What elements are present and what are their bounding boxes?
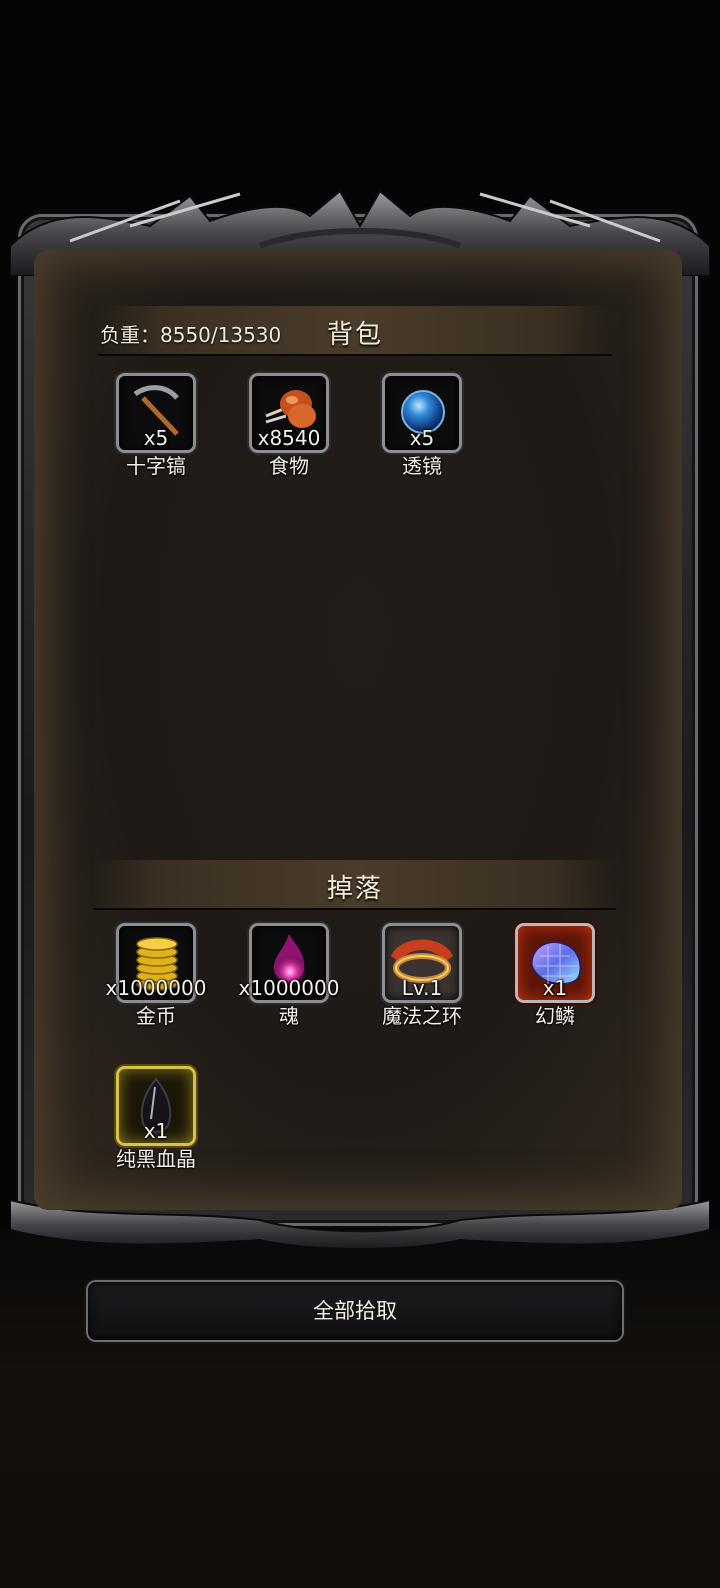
backpack-item-lens[interactable]: x5 透镜	[352, 376, 482, 486]
item-name: 魂	[279, 1004, 299, 1028]
item-quantity: x1	[143, 1119, 169, 1143]
item-quantity: x1	[542, 976, 568, 1000]
drops-title: 掉落	[326, 874, 383, 904]
drops-header-bar: 掉落	[94, 860, 616, 910]
drop-item-soul[interactable]: x1000000 魂	[219, 926, 349, 1036]
item-name: 食物	[269, 454, 309, 478]
drop-item-black-blood-crystal[interactable]: x1 纯黑血晶	[86, 1069, 216, 1179]
item-name: 金币	[136, 1004, 176, 1028]
drop-item-magic-ring[interactable]: Lv.1 魔法之环	[352, 926, 482, 1036]
backpack-item-pickaxe[interactable]: x5 十字镐	[86, 376, 216, 486]
item-quantity: x8540	[257, 426, 321, 450]
item-name: 十字镐	[126, 454, 186, 478]
collect-all-button[interactable]: 全部拾取	[88, 1282, 622, 1340]
item-name: 幻鳞	[535, 1004, 575, 1028]
item-quantity: x5	[143, 426, 169, 450]
item-quantity: x1000000	[105, 976, 207, 1000]
item-name: 透镜	[402, 454, 442, 478]
item-quantity: x1000000	[238, 976, 340, 1000]
drop-item-gold[interactable]: x1000000 金币	[86, 926, 216, 1036]
item-quantity: x5	[409, 426, 435, 450]
item-name: 纯黑血晶	[116, 1147, 196, 1171]
drop-item-phantom-scale[interactable]: x1 幻鳞	[485, 926, 615, 1036]
item-level: Lv.1	[401, 976, 443, 1000]
weight-label: 负重：8550/13530	[100, 323, 282, 347]
backpack-item-food[interactable]: x8540 食物	[219, 376, 349, 486]
item-name: 魔法之环	[382, 1004, 462, 1028]
